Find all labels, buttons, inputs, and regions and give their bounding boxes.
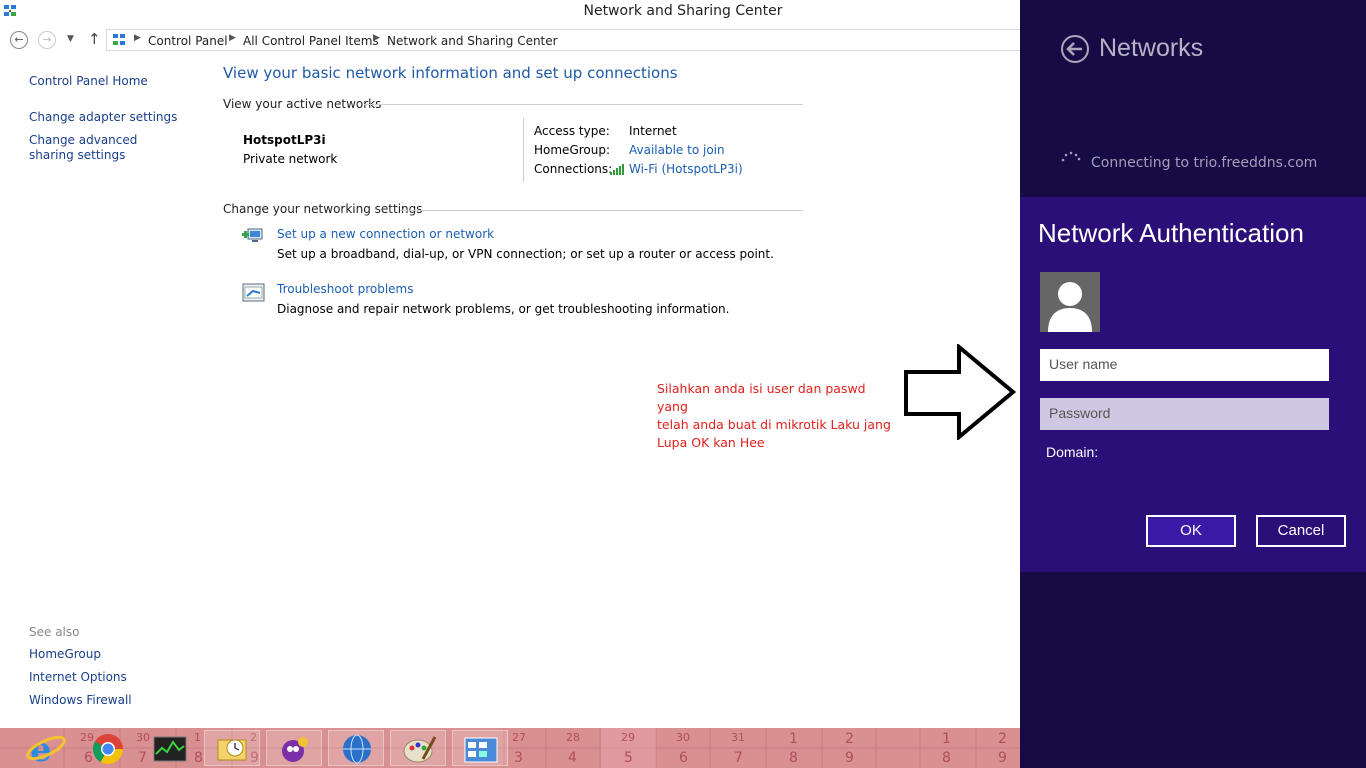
address-bar: ← → ▼ ↑ ▶ Control Panel ▶ All Control Pa… (0, 28, 1020, 52)
recent-pages-dropdown-icon[interactable]: ▼ (67, 34, 74, 44)
troubleshoot-icon (242, 283, 265, 302)
back-arrow-icon[interactable] (1061, 35, 1089, 63)
paint-icon[interactable] (390, 730, 446, 766)
instruction-annotation: Silahkan anda isi user dan paswd yang te… (657, 380, 897, 452)
access-type-label: Access type: (534, 124, 610, 138)
address-field[interactable]: ▶ Control Panel ▶ All Control Panel Item… (106, 29, 1020, 51)
page-title: View your basic network information and … (223, 64, 678, 82)
breadcrumb-control-panel[interactable]: Control Panel (148, 34, 228, 48)
calendar-number: 9 (845, 750, 854, 766)
control-panel-icon (113, 34, 125, 45)
calendar-number: 3 (514, 750, 523, 766)
breadcrumb-separator-icon: ▶ (134, 33, 141, 43)
connection-status: Connecting to trio.freeddns.com (1091, 155, 1318, 171)
calendar-number: 2 (845, 731, 854, 747)
calendar-number: 2 (998, 731, 1007, 747)
internet-explorer-icon[interactable]: e (18, 730, 74, 768)
wifi-signal-icon (610, 164, 624, 175)
user-silhouette-icon (1048, 282, 1092, 332)
calendar-number: 1 (942, 731, 951, 747)
calendar-number: 29 (621, 731, 635, 744)
loading-spinner-icon (1061, 151, 1081, 162)
calendar-number: 7 (734, 750, 743, 766)
domain-label: Domain: (1046, 444, 1099, 460)
calendar-number: 6 (679, 750, 688, 766)
outlook-icon[interactable] (204, 730, 260, 766)
ok-button[interactable]: OK (1146, 515, 1236, 547)
annotation-line: Lupa OK kan Hee (657, 435, 765, 450)
active-networks-heading: View your active networks (223, 97, 382, 111)
annotation-line: telah anda buat di mikrotik Laku jang (657, 417, 891, 432)
network-type[interactable]: Private network (243, 152, 337, 166)
divider (523, 118, 524, 182)
connections-label: Connections: (534, 162, 613, 176)
calendar-number: 1 (789, 731, 798, 747)
breadcrumb-all-items[interactable]: All Control Panel Items (243, 34, 379, 48)
explorer-window: ← → ▼ ↑ ▶ Control Panel ▶ All Control Pa… (0, 0, 1020, 728)
breadcrumb-separator-icon: ▶ (373, 33, 380, 43)
forward-button[interactable]: → (38, 31, 56, 49)
troubleshoot-description: Diagnose and repair network problems, or… (277, 302, 730, 316)
divider (364, 104, 803, 105)
sidebar-change-advanced-sharing[interactable]: Change advanced sharing settings (29, 133, 179, 163)
calendar-number: 27 (512, 731, 526, 744)
divider (400, 210, 803, 211)
see-also-homegroup[interactable]: HomeGroup (29, 647, 101, 662)
cancel-button[interactable]: Cancel (1256, 515, 1346, 547)
calendar-number: 4 (568, 750, 577, 766)
see-also-windows-firewall[interactable]: Windows Firewall (29, 693, 132, 708)
password-input[interactable]: Password (1040, 398, 1329, 430)
calendar-number: 8 (789, 750, 798, 766)
sidebar-change-adapter-settings[interactable]: Change adapter settings (29, 110, 177, 125)
sidebar-control-panel-home[interactable]: Control Panel Home (29, 74, 148, 89)
calendar-number: 8 (942, 750, 951, 766)
calendar-number: 5 (624, 750, 633, 766)
change-settings-heading: Change your networking settings (223, 202, 423, 216)
back-button[interactable]: ← (10, 31, 28, 49)
network-name: HotspotLP3i (243, 133, 326, 147)
homegroup-link[interactable]: Available to join (629, 143, 725, 157)
annotation-line: Silahkan anda isi user dan paswd yang (657, 381, 866, 414)
calendar-number: 9 (998, 750, 1007, 766)
control-panel-taskbar-icon[interactable] (452, 730, 508, 766)
calendar-number: 31 (731, 731, 745, 744)
chrome-icon[interactable] (80, 730, 136, 766)
taskbar: 29 30 1 2 27 28 29 30 31 1 2 1 2 6 7 8 9… (0, 728, 1020, 768)
setup-connection-link[interactable]: Set up a new connection or network (277, 227, 494, 241)
auth-dialog-title: Network Authentication (1038, 218, 1304, 248)
wifi-connection-link[interactable]: Wi-Fi (HotspotLP3i) (629, 162, 743, 176)
setup-connection-description: Set up a broadband, dial-up, or VPN conn… (277, 247, 774, 261)
homegroup-label: HomeGroup: (534, 143, 611, 157)
yahoo-messenger-icon[interactable] (266, 730, 322, 766)
see-also-internet-options[interactable]: Internet Options (29, 670, 127, 685)
calendar-number: 30 (676, 731, 690, 744)
breadcrumb-network-center[interactable]: Network and Sharing Center (387, 34, 558, 48)
networks-title: Networks (1099, 34, 1204, 62)
user-avatar (1040, 272, 1100, 332)
troubleshoot-link[interactable]: Troubleshoot problems (277, 282, 413, 296)
calendar-number: 28 (566, 731, 580, 744)
task-manager-icon[interactable] (142, 730, 198, 766)
access-type-value: Internet (629, 124, 677, 138)
up-button[interactable]: ↑ (88, 30, 101, 48)
username-input[interactable]: User name (1040, 349, 1329, 381)
network-globe-icon[interactable] (328, 730, 384, 766)
arrow-right-icon (904, 344, 1017, 440)
breadcrumb-separator-icon: ▶ (229, 33, 236, 43)
see-also-label: See also (29, 625, 80, 639)
new-connection-icon (242, 228, 263, 242)
